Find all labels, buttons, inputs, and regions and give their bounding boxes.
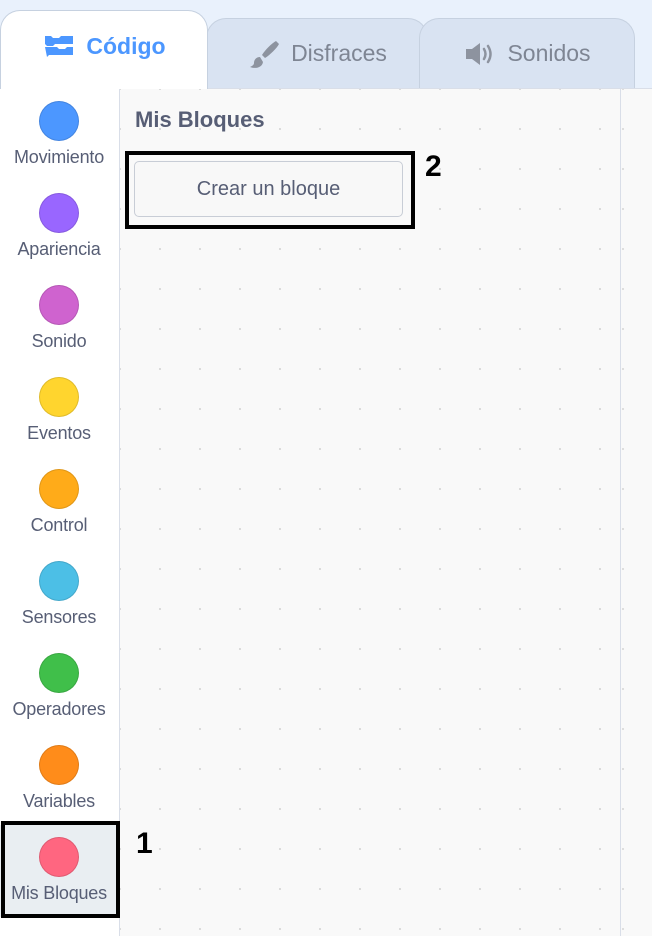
category-sound[interactable]: Sonido [0,273,118,365]
category-variables[interactable]: Variables [0,733,118,825]
category-menu: Movimiento Apariencia Sonido Eventos Con… [0,88,120,936]
category-looks[interactable]: Apariencia [0,181,118,273]
category-label: Operadores [12,699,106,719]
annotation-box-2 [125,151,415,229]
category-label: Apariencia [17,239,101,259]
category-label: Eventos [27,423,91,443]
category-motion-dot [39,101,79,141]
tab-costumes[interactable]: Disfraces [206,18,428,88]
tab-sounds-label: Sonidos [507,40,591,66]
category-label: Variables [23,791,95,811]
category-label: Sonido [31,331,87,351]
category-motion[interactable]: Movimiento [0,89,118,181]
tab-code-label: Código [86,32,166,59]
category-label: Control [30,515,88,535]
category-label: Movimiento [13,147,105,167]
category-control-dot [39,469,79,509]
code-blocks-icon [42,29,76,63]
annotation-box-1 [1,821,120,918]
category-sound-dot [39,285,79,325]
script-workspace[interactable] [620,88,652,936]
category-events[interactable]: Eventos [0,365,118,457]
category-label: Sensores [21,607,97,627]
tab-code[interactable]: Código [0,10,208,89]
paintbrush-icon [247,37,281,71]
category-sensing-dot [39,561,79,601]
speaker-icon [463,37,497,71]
category-operators-dot [39,653,79,693]
category-operators[interactable]: Operadores [0,641,118,733]
tab-sounds[interactable]: Sonidos [419,18,635,88]
category-events-dot [39,377,79,417]
tab-costumes-label: Disfraces [291,40,387,66]
category-control[interactable]: Control [0,457,118,549]
annotation-number-1: 1 [136,827,153,860]
category-variables-dot [39,745,79,785]
annotation-number-2: 2 [425,150,442,183]
scratch-editor: Código Disfraces Sonidos Movimiento Apar… [0,0,652,936]
category-looks-dot [39,193,79,233]
palette-section-title: Mis Bloques [135,107,265,132]
category-sensing[interactable]: Sensores [0,549,118,641]
editor-tabs: Código Disfraces Sonidos [0,0,652,89]
